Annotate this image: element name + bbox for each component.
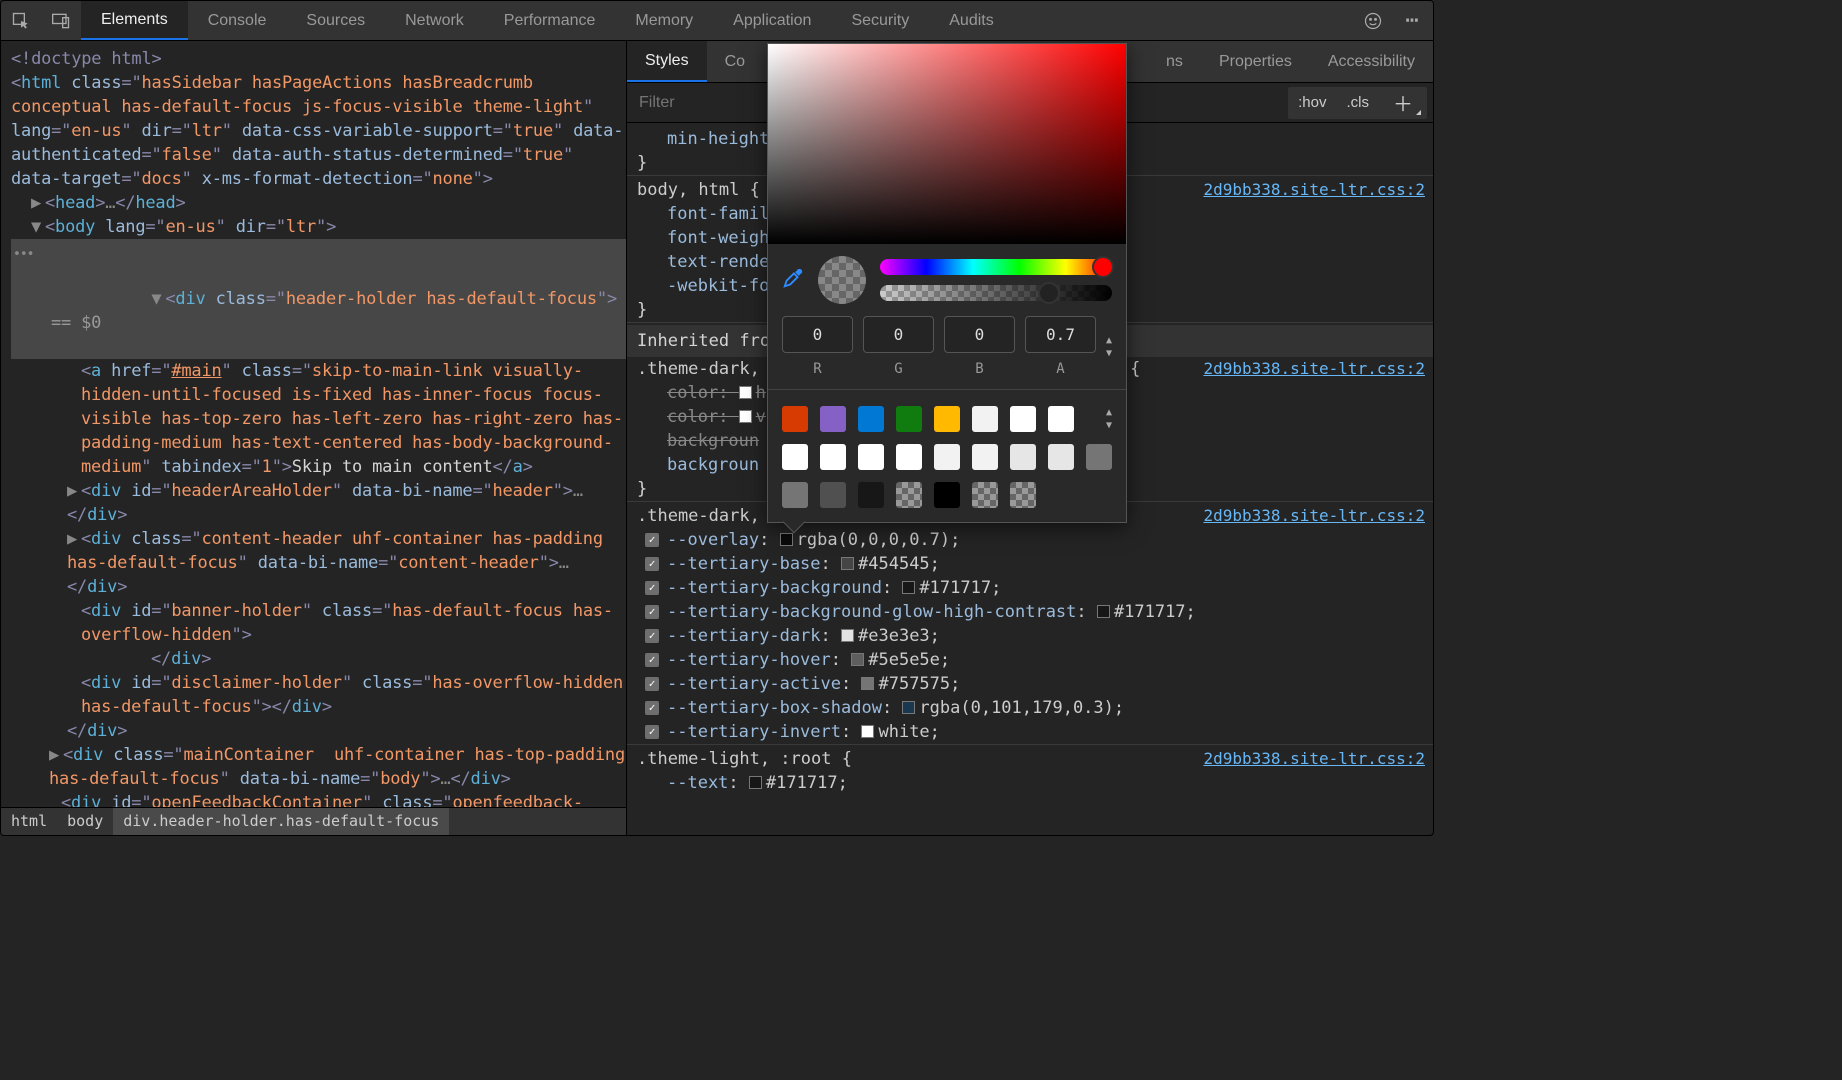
tab-performance[interactable]: Performance <box>484 1 616 40</box>
crumb-html[interactable]: html <box>1 808 57 835</box>
palette-swatch[interactable] <box>896 444 922 470</box>
palette-swatch[interactable] <box>1086 444 1112 470</box>
current-color-swatch <box>818 256 866 304</box>
r-label: R <box>782 361 853 377</box>
property-checkbox[interactable]: ✓ <box>645 701 659 715</box>
crumb-selected[interactable]: div.header-holder.has-default-focus <box>113 808 449 835</box>
tab-network[interactable]: Network <box>385 1 484 40</box>
crumb-body[interactable]: body <box>57 808 113 835</box>
color-gradient[interactable] <box>768 44 1126 244</box>
tab-styles[interactable]: Styles <box>627 41 707 82</box>
color-picker[interactable]: R G B A ▲▼ ▲▼ <box>767 43 1127 523</box>
css-var-row[interactable]: ✓--overlay: rgba(0,0,0,0.7); <box>667 528 1423 552</box>
palette-swatch[interactable] <box>934 444 960 470</box>
format-toggle[interactable]: ▲▼ <box>1106 335 1112 359</box>
css-var-row[interactable]: ✓--tertiary-background-glow-high-contras… <box>667 600 1423 624</box>
palette-swatch[interactable] <box>1048 406 1074 432</box>
palette-swatch[interactable] <box>896 482 922 508</box>
palette-swatch[interactable] <box>820 406 846 432</box>
css-var-row[interactable]: ✓--tertiary-background: #171717; <box>667 576 1423 600</box>
palette-swatch[interactable] <box>858 482 884 508</box>
alpha-slider[interactable] <box>880 285 1112 301</box>
g-input[interactable] <box>863 316 934 353</box>
palette-swatch[interactable] <box>896 406 922 432</box>
css-var-row[interactable]: ✓--tertiary-box-shadow: rgba(0,101,179,0… <box>667 696 1423 720</box>
tab-console[interactable]: Console <box>188 1 287 40</box>
inspect-icon[interactable] <box>1 11 41 31</box>
cls-toggle[interactable]: .cls <box>1337 90 1380 115</box>
source-link[interactable]: 2d9bb338.site-ltr.css:2 <box>1203 178 1425 202</box>
tab-application[interactable]: Application <box>713 1 831 40</box>
source-link[interactable]: 2d9bb338.site-ltr.css:2 <box>1203 504 1425 528</box>
tab-accessibility[interactable]: Accessibility <box>1310 41 1433 82</box>
r-input[interactable] <box>782 316 853 353</box>
property-checkbox[interactable]: ✓ <box>645 653 659 667</box>
tab-memory[interactable]: Memory <box>615 1 713 40</box>
b-input[interactable] <box>944 316 1015 353</box>
css-var-row[interactable]: ✓--tertiary-base: #454545; <box>667 552 1423 576</box>
property-checkbox[interactable]: ✓ <box>645 629 659 643</box>
palette-toggle[interactable]: ▲▼ <box>1106 407 1112 431</box>
palette-swatch[interactable] <box>858 444 884 470</box>
palette-swatch[interactable] <box>1010 406 1036 432</box>
hov-toggle[interactable]: :hov <box>1288 90 1336 115</box>
dom-tree[interactable]: <!doctype html> <html class="hasSidebar … <box>1 41 626 807</box>
g-label: G <box>863 361 934 377</box>
palette-swatch[interactable] <box>1010 482 1036 508</box>
more-icon[interactable]: ⋯ <box>1393 8 1433 33</box>
new-style-rule-button[interactable]: ＋ <box>1379 88 1427 117</box>
css-var-row[interactable]: ✓--tertiary-invert: white; <box>667 720 1423 744</box>
tab-unknown-cut[interactable]: ns <box>1148 41 1201 82</box>
source-link[interactable]: 2d9bb338.site-ltr.css:2 <box>1203 357 1425 381</box>
source-link[interactable]: 2d9bb338.site-ltr.css:2 <box>1203 747 1425 771</box>
tab-computed-cut[interactable]: Co <box>707 41 763 82</box>
styles-panel: Styles Co ns Properties Accessibility :h… <box>627 41 1433 835</box>
feedback-icon[interactable] <box>1353 11 1393 31</box>
palette-swatch[interactable] <box>820 444 846 470</box>
property-checkbox[interactable]: ✓ <box>645 581 659 595</box>
main-tab-bar: Elements Console Sources Network Perform… <box>1 1 1433 41</box>
property-checkbox[interactable]: ✓ <box>645 557 659 571</box>
css-var-row[interactable]: ✓--tertiary-active: #757575; <box>667 672 1423 696</box>
property-checkbox[interactable]: ✓ <box>645 725 659 739</box>
palette-swatch[interactable] <box>858 406 884 432</box>
tab-audits[interactable]: Audits <box>929 1 1013 40</box>
eyedropper-icon[interactable] <box>782 267 804 294</box>
css-var-row[interactable]: ✓--tertiary-hover: #5e5e5e; <box>667 648 1423 672</box>
a-input[interactable] <box>1025 316 1096 353</box>
tab-security[interactable]: Security <box>831 1 929 40</box>
palette-swatch[interactable] <box>972 482 998 508</box>
alpha-thumb[interactable] <box>1038 282 1060 304</box>
property-checkbox[interactable]: ✓ <box>645 677 659 691</box>
palette-swatch[interactable] <box>972 444 998 470</box>
palette-swatch[interactable] <box>782 444 808 470</box>
breadcrumb: html body div.header-holder.has-default-… <box>1 807 626 835</box>
tab-properties[interactable]: Properties <box>1201 41 1310 82</box>
a-label: A <box>1025 361 1096 377</box>
b-label: B <box>944 361 1015 377</box>
devtools-window: Elements Console Sources Network Perform… <box>0 0 1434 836</box>
palette-swatches: ▲▼ <box>768 396 1126 522</box>
palette-swatch[interactable] <box>782 406 808 432</box>
palette-swatch[interactable] <box>782 482 808 508</box>
property-checkbox[interactable]: ✓ <box>645 533 659 547</box>
dom-panel: <!doctype html> <html class="hasSidebar … <box>1 41 627 835</box>
palette-swatch[interactable] <box>934 406 960 432</box>
property-checkbox[interactable]: ✓ <box>645 605 659 619</box>
palette-swatch[interactable] <box>972 406 998 432</box>
hue-thumb[interactable] <box>1092 256 1114 278</box>
tab-elements[interactable]: Elements <box>81 1 188 40</box>
css-var-row[interactable]: ✓--tertiary-dark: #e3e3e3; <box>667 624 1423 648</box>
device-toggle-icon[interactable] <box>41 11 81 31</box>
palette-swatch[interactable] <box>1048 444 1074 470</box>
palette-swatch[interactable] <box>820 482 846 508</box>
palette-swatch[interactable] <box>934 482 960 508</box>
tab-sources[interactable]: Sources <box>286 1 385 40</box>
hue-slider[interactable] <box>880 259 1112 275</box>
palette-swatch[interactable] <box>1010 444 1036 470</box>
